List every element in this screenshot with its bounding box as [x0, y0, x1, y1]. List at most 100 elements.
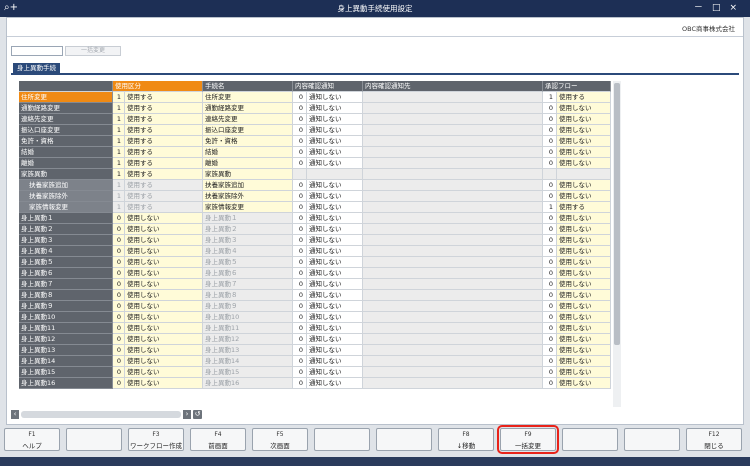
- confirm-code-cell[interactable]: [293, 169, 307, 180]
- row-item-name[interactable]: 身上異動13: [19, 345, 113, 356]
- scroll-left-icon[interactable]: ‹: [11, 410, 19, 419]
- approval-code-cell[interactable]: 0: [543, 378, 557, 389]
- usage-code-cell[interactable]: 0: [113, 268, 125, 279]
- tab-procedures[interactable]: 身上異動手続: [13, 63, 60, 73]
- confirm-code-cell[interactable]: 0: [293, 356, 307, 367]
- usage-code-cell[interactable]: 1: [113, 147, 125, 158]
- procedure-name-cell[interactable]: 身上異動８: [203, 290, 293, 301]
- usage-code-cell[interactable]: 1: [113, 92, 125, 103]
- row-item-name[interactable]: 身上異動７: [19, 279, 113, 290]
- procedure-name-cell[interactable]: 身上異動14: [203, 356, 293, 367]
- confirm-notice-cell[interactable]: 通知しない: [307, 257, 363, 268]
- confirm-notice-cell[interactable]: 通知しない: [307, 290, 363, 301]
- approval-code-cell[interactable]: 0: [543, 279, 557, 290]
- table-row[interactable]: 身上異動６ 0 使用しない 身上異動６ 0 通知しない 0 使用しない: [19, 268, 611, 279]
- row-item-name[interactable]: 結婚: [19, 147, 113, 158]
- confirm-code-cell[interactable]: 0: [293, 103, 307, 114]
- table-row[interactable]: 結婚 1 使用する 結婚 0 通知しない 0 使用しない: [19, 147, 611, 158]
- confirm-notice-cell[interactable]: 通知しない: [307, 202, 363, 213]
- row-item-name[interactable]: 身上異動９: [19, 301, 113, 312]
- confirm-notice-cell[interactable]: 通知しない: [307, 334, 363, 345]
- usage-cell[interactable]: 使用しない: [125, 301, 203, 312]
- approval-code-cell[interactable]: 0: [543, 224, 557, 235]
- table-row[interactable]: 身上異動16 0 使用しない 身上異動16 0 通知しない 0 使用しない: [19, 378, 611, 389]
- bulk-change-button[interactable]: 一括変更: [65, 46, 121, 56]
- procedure-name-cell[interactable]: 身上異動11: [203, 323, 293, 334]
- approval-cell[interactable]: 使用しない: [557, 147, 611, 158]
- approval-cell[interactable]: 使用する: [557, 202, 611, 213]
- table-row[interactable]: 身上異動10 0 使用しない 身上異動10 0 通知しない 0 使用しない: [19, 312, 611, 323]
- table-row[interactable]: 身上異動１ 0 使用しない 身上異動１ 0 通知しない 0 使用しない: [19, 213, 611, 224]
- table-row[interactable]: 身上異動15 0 使用しない 身上異動15 0 通知しない 0 使用しない: [19, 367, 611, 378]
- confirm-notice-cell[interactable]: 通知しない: [307, 367, 363, 378]
- window-controls[interactable]: －□×: [694, 2, 746, 14]
- row-item-name[interactable]: 振込口座変更: [19, 125, 113, 136]
- row-item-name[interactable]: 身上異動６: [19, 268, 113, 279]
- confirm-code-cell[interactable]: 0: [293, 312, 307, 323]
- maximize-icon[interactable]: □: [712, 3, 730, 13]
- table-row[interactable]: 身上異動２ 0 使用しない 身上異動２ 0 通知しない 0 使用しない: [19, 224, 611, 235]
- usage-cell[interactable]: 使用しない: [125, 224, 203, 235]
- approval-code-cell[interactable]: 0: [543, 103, 557, 114]
- table-row[interactable]: 身上異動５ 0 使用しない 身上異動５ 0 通知しない 0 使用しない: [19, 257, 611, 268]
- usage-cell[interactable]: 使用しない: [125, 323, 203, 334]
- confirm-notice-cell[interactable]: [307, 169, 363, 180]
- procedure-name-cell[interactable]: 身上異動２: [203, 224, 293, 235]
- confirm-notice-cell[interactable]: 通知しない: [307, 268, 363, 279]
- approval-cell[interactable]: 使用しない: [557, 378, 611, 389]
- row-item-name[interactable]: 身上異動11: [19, 323, 113, 334]
- table-row[interactable]: 身上異動11 0 使用しない 身上異動11 0 通知しない 0 使用しない: [19, 323, 611, 334]
- procedure-name-cell[interactable]: 通勤経路変更: [203, 103, 293, 114]
- approval-code-cell[interactable]: 0: [543, 323, 557, 334]
- procedure-name-cell[interactable]: 扶養家族除外: [203, 191, 293, 202]
- fkey-empty-button[interactable]: [562, 428, 618, 451]
- procedure-name-cell[interactable]: 身上異動13: [203, 345, 293, 356]
- confirm-notice-cell[interactable]: 通知しない: [307, 301, 363, 312]
- confirm-notice-cell[interactable]: 通知しない: [307, 158, 363, 169]
- row-item-name[interactable]: 身上異動８: [19, 290, 113, 301]
- usage-cell[interactable]: 使用しない: [125, 235, 203, 246]
- procedure-name-cell[interactable]: 扶養家族追加: [203, 180, 293, 191]
- fkey-f3-button[interactable]: F3 ワークフロー作成: [128, 428, 184, 451]
- confirm-notice-cell[interactable]: 通知しない: [307, 103, 363, 114]
- confirm-notice-cell[interactable]: 通知しない: [307, 246, 363, 257]
- confirm-notice-cell[interactable]: 通知しない: [307, 224, 363, 235]
- close-icon[interactable]: ×: [729, 3, 746, 13]
- approval-cell[interactable]: 使用しない: [557, 191, 611, 202]
- usage-code-cell[interactable]: 1: [113, 158, 125, 169]
- fkey-empty-button[interactable]: [376, 428, 432, 451]
- usage-code-cell[interactable]: 0: [113, 356, 125, 367]
- fkey-f5-button[interactable]: F5 次画面: [252, 428, 308, 451]
- table-row[interactable]: 家族情報変更 1 使用する 家族情報変更 0 通知しない 1 使用する: [19, 202, 611, 213]
- usage-code-cell[interactable]: 1: [113, 114, 125, 125]
- row-item-name[interactable]: 身上異動３: [19, 235, 113, 246]
- table-row[interactable]: 住所変更 1 使用する 住所変更 0 通知しない 1 使用する: [19, 92, 611, 103]
- scroll-thumb[interactable]: [614, 83, 620, 345]
- usage-code-cell[interactable]: 0: [113, 246, 125, 257]
- row-item-name[interactable]: 身上異動１: [19, 213, 113, 224]
- procedure-name-cell[interactable]: 身上異動１: [203, 213, 293, 224]
- row-item-name[interactable]: 身上異動16: [19, 378, 113, 389]
- usage-cell[interactable]: 使用する: [125, 92, 203, 103]
- approval-code-cell[interactable]: [543, 169, 557, 180]
- confirm-code-cell[interactable]: 0: [293, 235, 307, 246]
- approval-code-cell[interactable]: 0: [543, 158, 557, 169]
- confirm-notice-cell[interactable]: 通知しない: [307, 114, 363, 125]
- usage-cell[interactable]: 使用しない: [125, 257, 203, 268]
- approval-cell[interactable]: [557, 169, 611, 180]
- usage-code-cell[interactable]: 0: [113, 367, 125, 378]
- approval-code-cell[interactable]: 0: [543, 345, 557, 356]
- confirm-code-cell[interactable]: 0: [293, 202, 307, 213]
- usage-code-cell[interactable]: 1: [113, 180, 125, 191]
- row-item-name[interactable]: 身上異動２: [19, 224, 113, 235]
- approval-code-cell[interactable]: 0: [543, 114, 557, 125]
- confirm-code-cell[interactable]: 0: [293, 147, 307, 158]
- approval-cell[interactable]: 使用しない: [557, 125, 611, 136]
- confirm-code-cell[interactable]: 0: [293, 213, 307, 224]
- table-row[interactable]: 免許・資格 1 使用する 免許・資格 0 通知しない 0 使用しない: [19, 136, 611, 147]
- confirm-code-cell[interactable]: 0: [293, 301, 307, 312]
- approval-code-cell[interactable]: 0: [543, 125, 557, 136]
- confirm-code-cell[interactable]: 0: [293, 367, 307, 378]
- approval-code-cell[interactable]: 0: [543, 180, 557, 191]
- approval-cell[interactable]: 使用しない: [557, 268, 611, 279]
